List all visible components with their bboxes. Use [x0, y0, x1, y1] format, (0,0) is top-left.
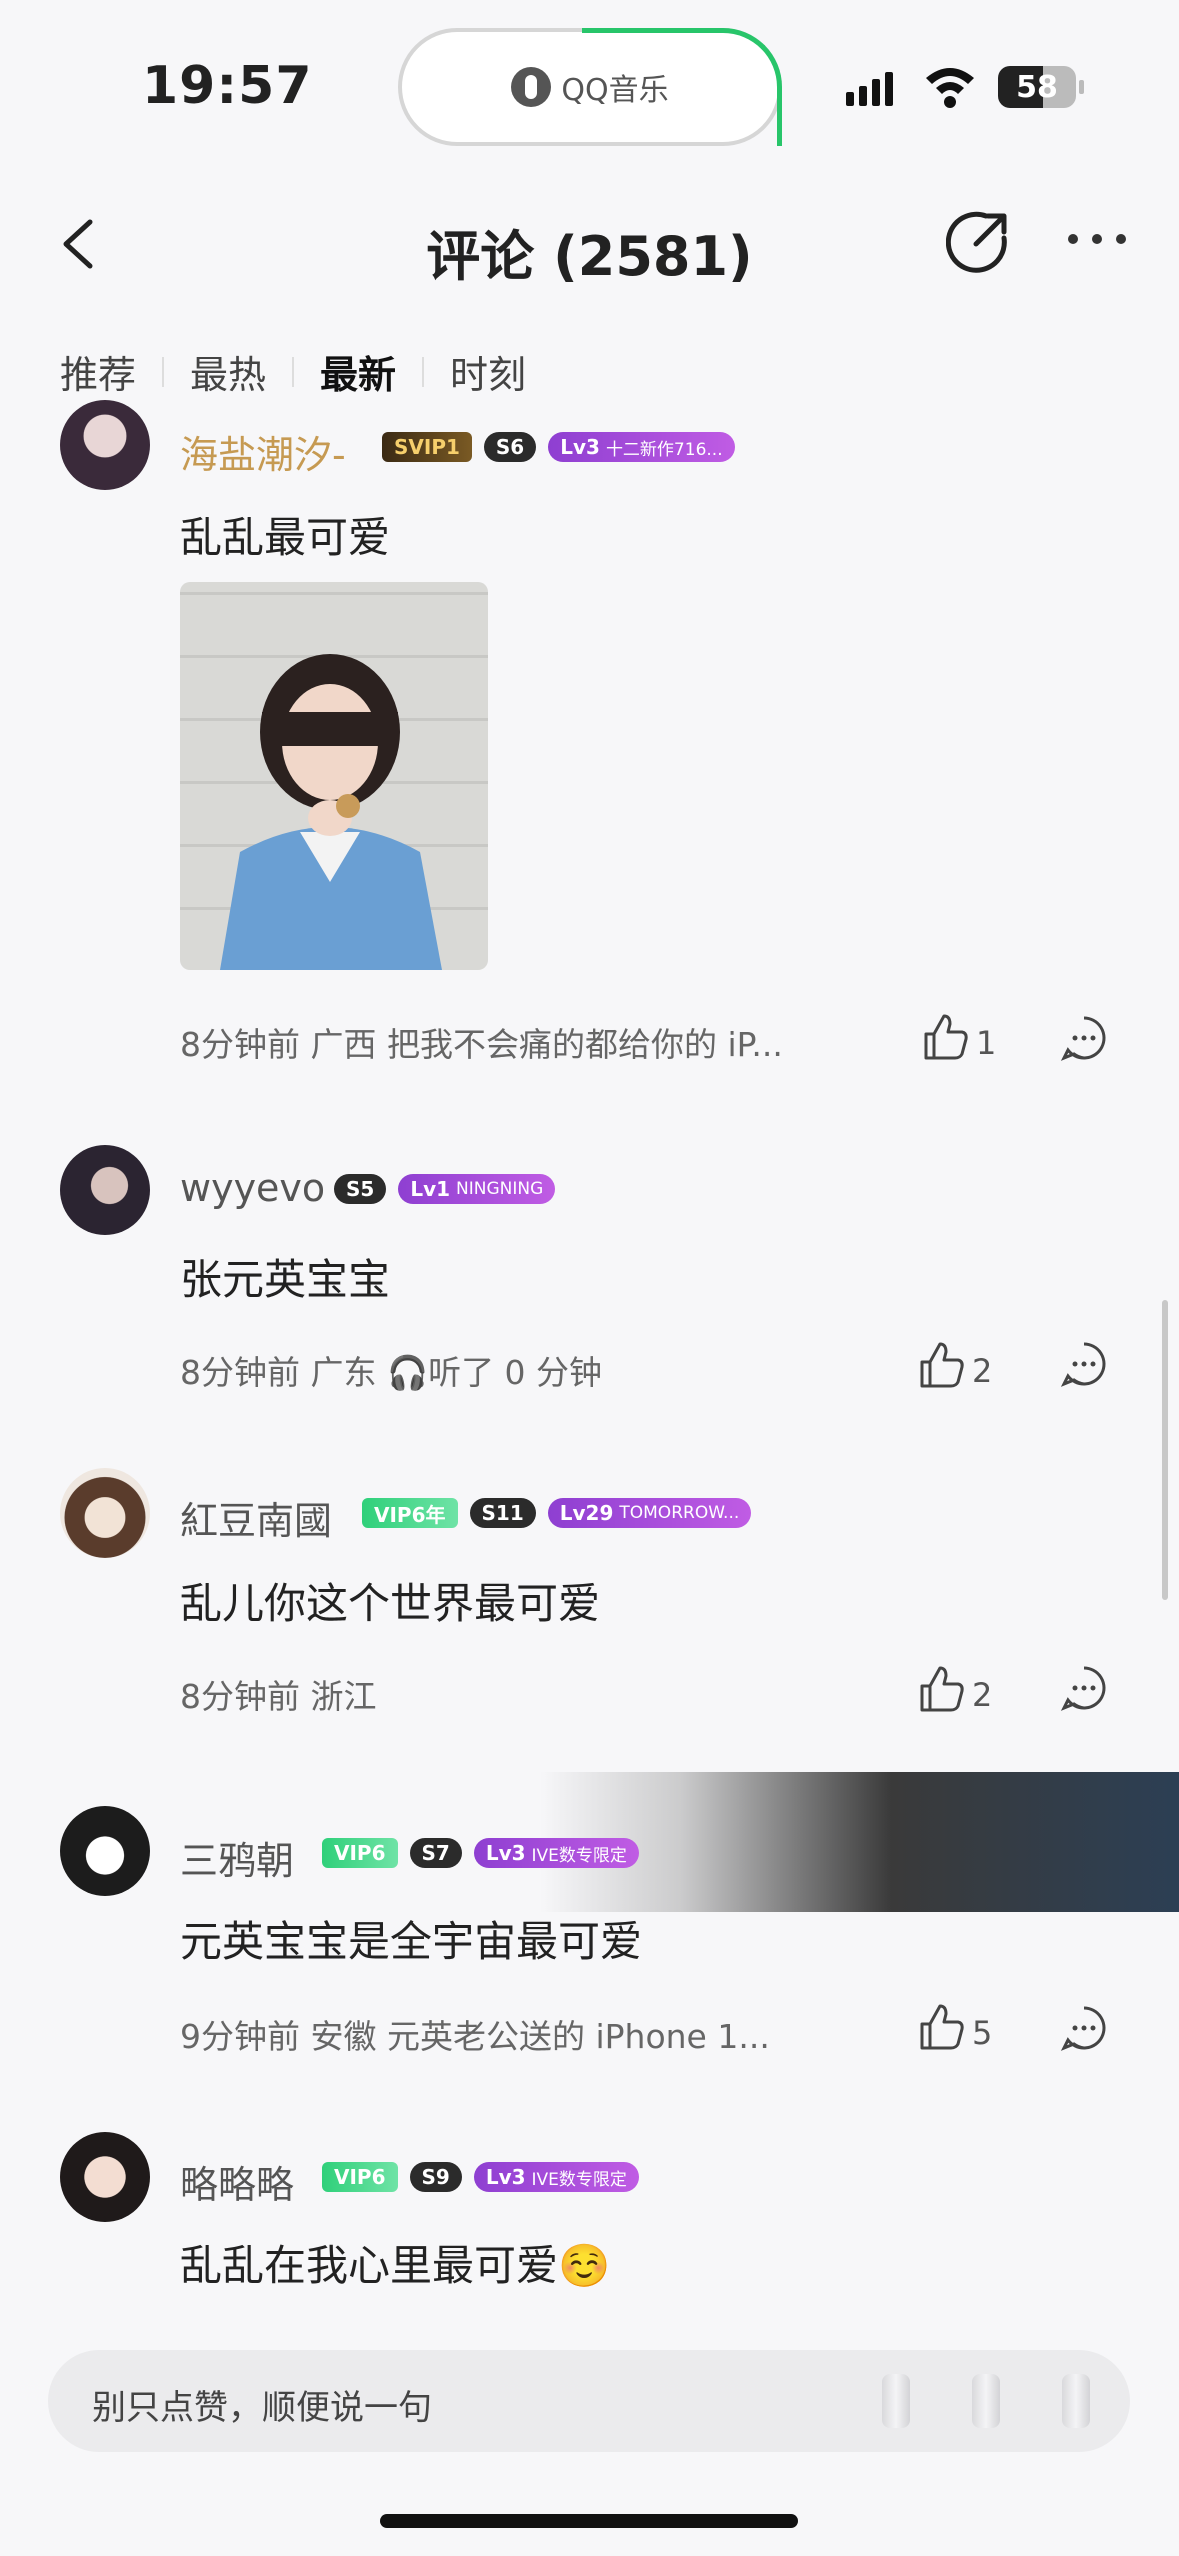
tab-divider: [292, 356, 295, 387]
progress-arc: [582, 28, 782, 146]
music-level-badge[interactable]: S11: [469, 1498, 536, 1528]
like-count: 2: [972, 1676, 993, 1714]
fan-level-badge[interactable]: Lv3 IVE数专限定: [473, 2162, 639, 2192]
avatar[interactable]: [60, 400, 150, 490]
vip-badge[interactable]: VIP6年: [362, 1498, 458, 1528]
music-level-badge[interactable]: S7: [409, 1838, 462, 1868]
more-icon[interactable]: [1068, 234, 1126, 244]
like-count: 1: [976, 1024, 997, 1062]
comment-meta: 8分钟前 浙江: [180, 1677, 377, 1716]
thumbs-up-icon: [920, 1342, 964, 1388]
reply-icon[interactable]: [1060, 1014, 1108, 1062]
like-count: 5: [972, 2014, 993, 2052]
thumbs-up-icon: [924, 1014, 968, 1060]
wifi-icon: [926, 68, 974, 108]
qq-music-icon: [511, 67, 552, 107]
home-indicator[interactable]: [380, 2514, 798, 2528]
fan-level-badge[interactable]: Lv29 TOMORROW...: [547, 1498, 752, 1528]
vip-badge[interactable]: VIP6: [322, 1838, 398, 1868]
thumbs-up-icon: [920, 1666, 964, 1712]
avatar[interactable]: [60, 2132, 150, 2222]
dynamic-island[interactable]: QQ音乐: [398, 28, 782, 146]
music-level-badge[interactable]: S6: [483, 432, 537, 462]
user-badges: SVIP1 S6 Lv3 十二新作716...: [382, 432, 735, 462]
user-badges: VIP6 S7 Lv3 IVE数专限定: [322, 1838, 639, 1868]
comment-input-placeholder: 别只点赞，顺便说一句: [92, 2388, 432, 2428]
like-button[interactable]: 1: [920, 1012, 996, 1062]
comment-meta: 9分钟前 安徽 元英老公送的 iPhone 1...: [180, 2017, 770, 2056]
fan-level-badge[interactable]: Lv1 NINGNING: [398, 1174, 556, 1204]
comment-text: 元英宝宝是全宇宙最可爱: [180, 1917, 643, 1966]
avatar[interactable]: [60, 1468, 150, 1558]
quick-reaction-icons[interactable]: [882, 2374, 1090, 2428]
comment-meta: 8分钟前 广东 🎧听了 0 分钟: [180, 1353, 603, 1392]
user-badges: S5 Lv1 NINGNING: [334, 1174, 556, 1204]
comment-username[interactable]: 三鸦朝: [180, 1830, 294, 1885]
tab-moments[interactable]: 时刻: [450, 344, 526, 399]
thumbs-up-icon: [920, 2004, 964, 2050]
comment-username[interactable]: 略略略: [180, 2154, 294, 2209]
comment-text: 乱乱最可爱: [180, 513, 391, 562]
like-count: 2: [972, 1352, 993, 1390]
nav-bar: 评论 (2581): [0, 190, 1179, 300]
battery-icon: 58: [998, 66, 1084, 108]
share-icon[interactable]: [946, 210, 1010, 274]
reply-icon[interactable]: [1060, 1664, 1108, 1712]
like-button[interactable]: 2: [916, 1340, 992, 1390]
music-level-badge[interactable]: S9: [409, 2162, 462, 2192]
svip-badge[interactable]: SVIP1: [382, 432, 472, 462]
vip-badge[interactable]: VIP6: [322, 2162, 398, 2192]
user-badges: VIP6 S9 Lv3 IVE数专限定: [322, 2162, 639, 2192]
sort-tabs: 推荐 最热 最新 时刻: [60, 344, 526, 399]
status-bar: 19:57 QQ音乐 58: [0, 0, 1179, 170]
tab-newest[interactable]: 最新: [320, 344, 396, 399]
tab-divider: [162, 356, 165, 387]
status-time: 19:57: [142, 56, 313, 116]
comment-text: 乱乱在我心里最可爱☺️: [180, 2241, 611, 2290]
fan-level-badge[interactable]: Lv3 IVE数专限定: [473, 1838, 639, 1868]
comment-meta: 8分钟前 广西 把我不会痛的都给你的 iP...: [180, 1025, 783, 1064]
comment-username[interactable]: 海盐潮汐-: [180, 424, 346, 479]
avatar[interactable]: [60, 1806, 150, 1896]
comment-text: 乱儿你这个世界最可爱: [180, 1579, 601, 1628]
comment-input[interactable]: 别只点赞，顺便说一句: [48, 2350, 1130, 2452]
comment-username[interactable]: 紅豆南國: [180, 1490, 332, 1545]
comment-username[interactable]: wyyevo: [180, 1166, 325, 1210]
music-level-badge[interactable]: S5: [334, 1174, 387, 1204]
comment-text: 张元英宝宝: [180, 1255, 391, 1304]
tab-hottest[interactable]: 最热: [190, 344, 266, 399]
comment-image[interactable]: [180, 582, 488, 970]
tab-divider: [422, 356, 425, 387]
avatar[interactable]: [60, 1145, 150, 1235]
like-button[interactable]: 2: [916, 1664, 992, 1714]
fan-level-badge[interactable]: Lv3 十二新作716...: [548, 432, 735, 462]
reply-icon[interactable]: [1060, 2004, 1108, 2052]
scrollbar[interactable]: [1162, 1300, 1168, 1600]
tab-recommended[interactable]: 推荐: [60, 344, 136, 399]
like-button[interactable]: 5: [916, 2002, 992, 2052]
cellular-signal-icon: [846, 70, 893, 106]
user-badges: VIP6年 S11 Lv29 TOMORROW...: [362, 1498, 752, 1528]
reply-icon[interactable]: [1060, 1340, 1108, 1388]
